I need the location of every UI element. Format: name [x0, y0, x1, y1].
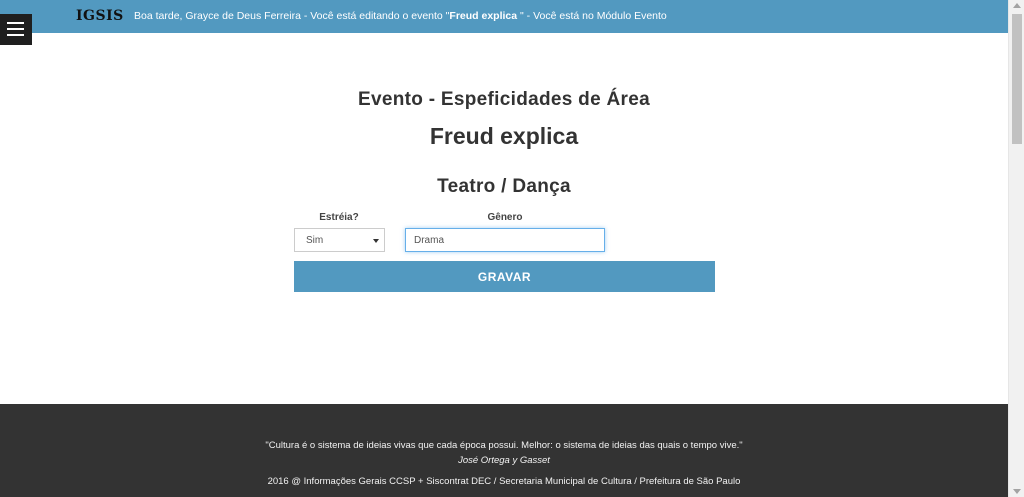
scroll-down-arrow-icon[interactable] [1013, 489, 1021, 494]
main-content: Evento - Espeficidades de Área Freud exp… [0, 33, 1008, 404]
top-bar: IGSIS Boa tarde, Grayce de Deus Ferreira… [0, 0, 1008, 33]
app-logo[interactable]: IGSIS [76, 8, 124, 24]
footer-quote-author: José Ortega y Gasset [458, 455, 550, 466]
greeting-text: Boa tarde, Grayce de Deus Ferreira - Voc… [134, 10, 450, 22]
caret-down-icon [373, 239, 379, 243]
estreia-label: Estréia? [319, 212, 359, 223]
vertical-scrollbar[interactable] [1008, 0, 1024, 497]
footer-quote: "Cultura é o sistema de ideias vivas que… [265, 440, 743, 451]
gravar-button[interactable]: GRAVAR [294, 261, 715, 292]
page-title: Evento - Espeficidades de Área [358, 89, 650, 110]
footer: "Cultura é o sistema de ideias vivas que… [0, 404, 1008, 497]
hamburger-line-icon [7, 28, 24, 30]
hamburger-line-icon [7, 22, 24, 24]
estreia-select[interactable]: Sim [294, 228, 385, 252]
hamburger-line-icon [7, 34, 24, 36]
event-title: Freud explica [429, 123, 579, 149]
genero-label: Gênero [487, 212, 523, 223]
genero-input-value: Drama [414, 235, 445, 246]
footer-copyright: 2016 @ Informações Gerais CCSP + Siscont… [267, 476, 741, 487]
scrollbar-thumb[interactable] [1012, 14, 1022, 144]
estreia-selected-value: Sim [306, 235, 324, 246]
scroll-up-arrow-icon[interactable] [1013, 3, 1021, 8]
genero-input[interactable]: Drama [405, 228, 605, 252]
area-title: Teatro / Dança [437, 176, 571, 197]
hamburger-menu-button[interactable] [0, 14, 32, 45]
module-text: " - Você está no Módulo Evento [517, 10, 667, 22]
user-context-text: Boa tarde, Grayce de Deus Ferreira - Voc… [134, 10, 667, 22]
current-event-name: Freud explica [449, 10, 518, 22]
